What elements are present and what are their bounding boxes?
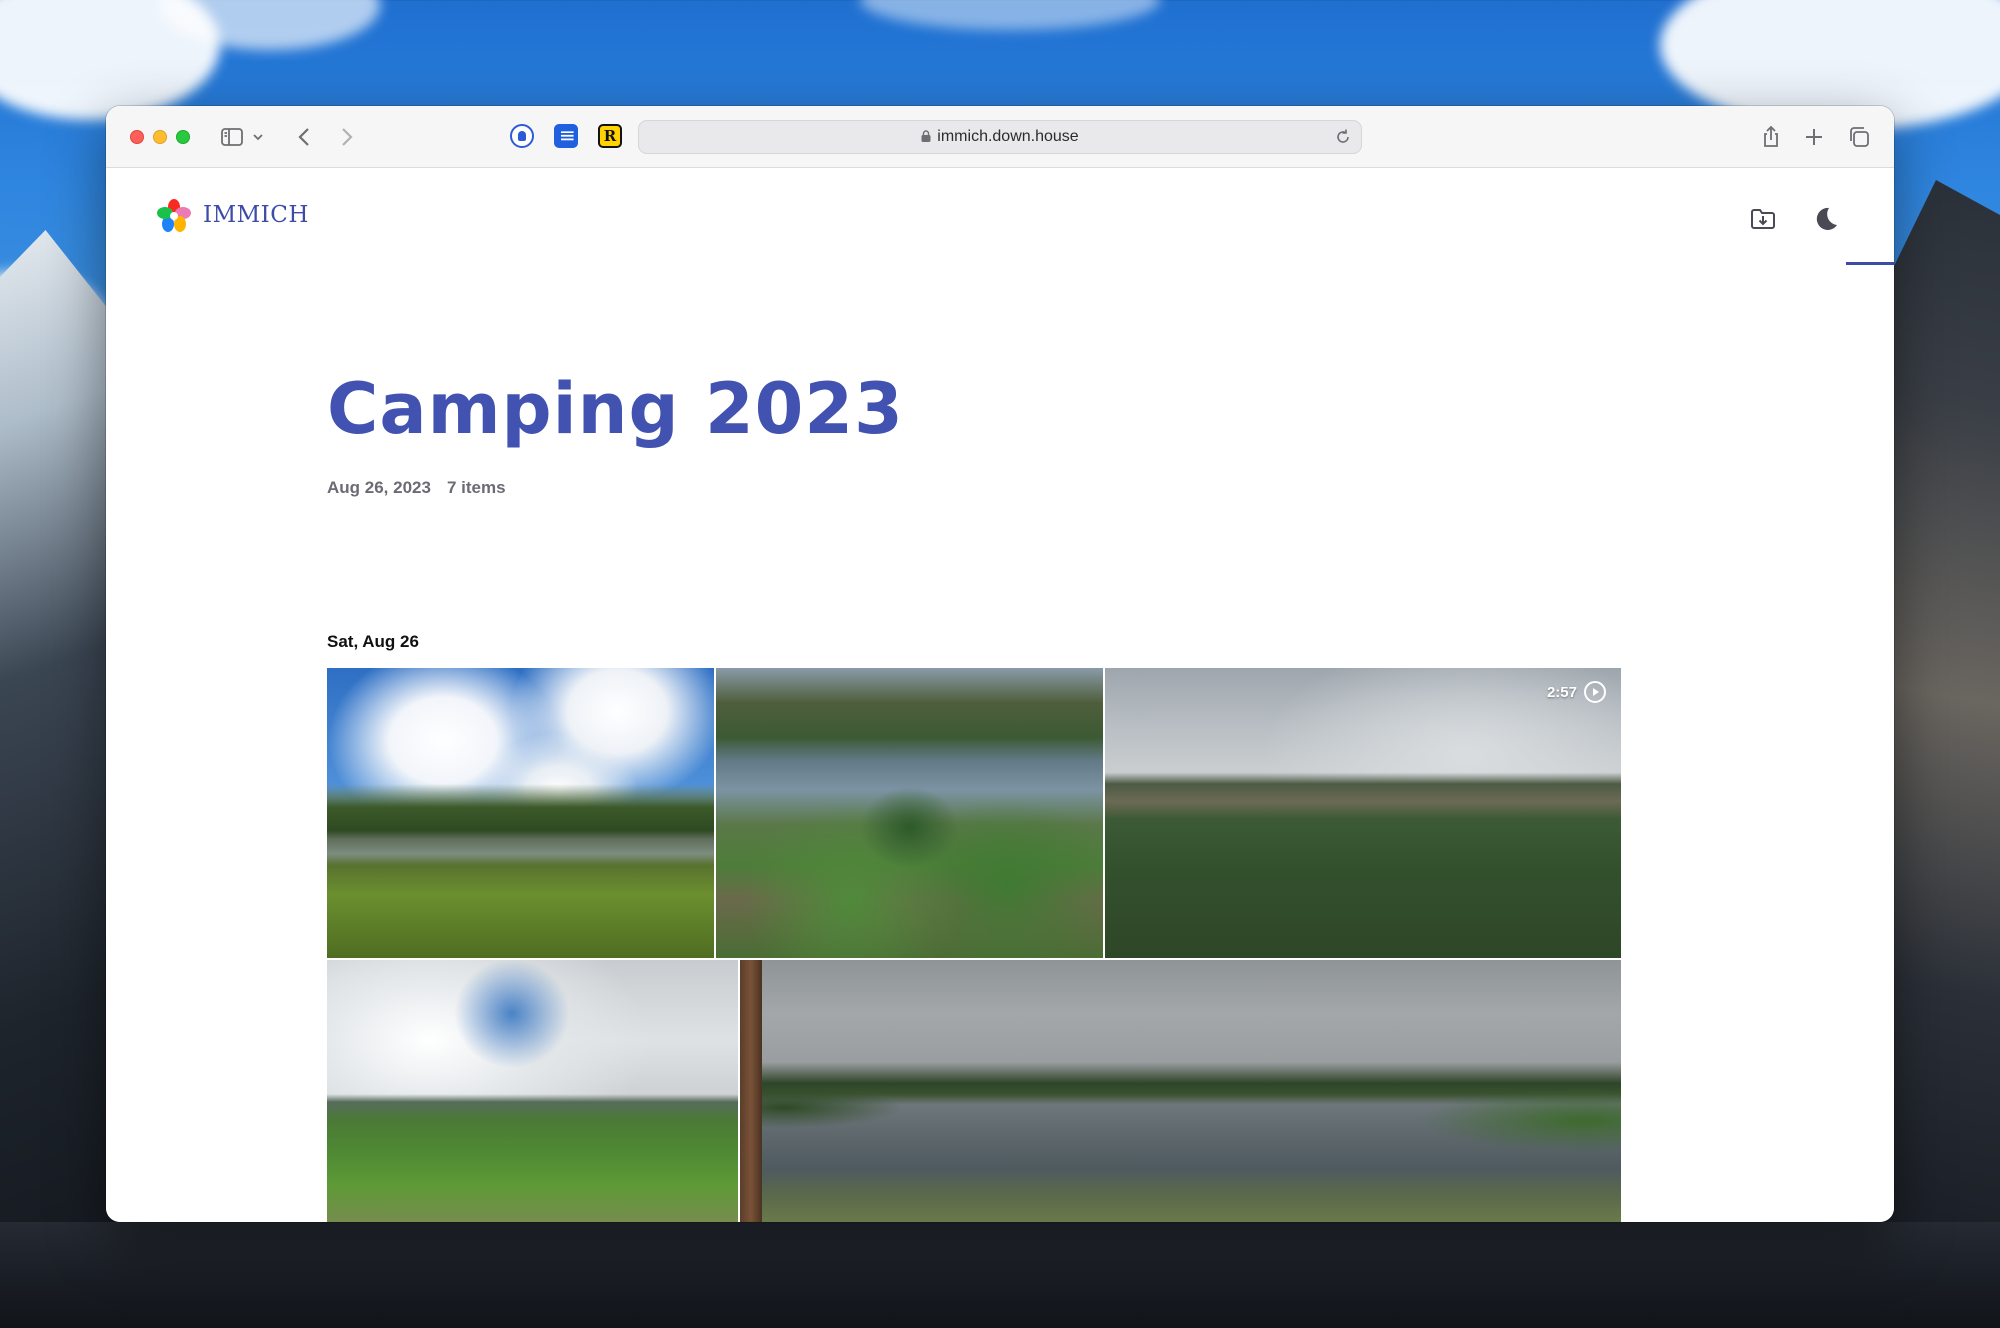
share-icon[interactable] [1758, 124, 1784, 150]
chevron-down-icon[interactable] [250, 124, 266, 150]
reload-icon[interactable] [1333, 127, 1353, 147]
download-folder-icon[interactable] [1748, 204, 1778, 234]
immich-logo-icon[interactable] [156, 198, 192, 234]
wallpaper-cloud [860, 0, 1160, 30]
minimize-window-button[interactable] [153, 130, 167, 144]
loading-indicator [1846, 262, 1894, 265]
video-duration: 2:57 [1546, 683, 1577, 701]
play-circle-icon [1583, 680, 1607, 704]
album-page: IMMICH Camping 2023 Aug 26, 2023 7 items … [106, 168, 1894, 1222]
photo-thumbnail[interactable] [716, 668, 1103, 958]
new-tab-icon[interactable] [1801, 124, 1827, 150]
brand-name[interactable]: IMMICH [203, 202, 309, 228]
photo-thumbnail[interactable] [327, 960, 738, 1222]
tabs-overview-icon[interactable] [1846, 124, 1872, 150]
album-date: Aug 26, 2023 [327, 478, 431, 497]
lock-icon [921, 130, 931, 142]
tasks-extension-icon[interactable] [554, 123, 578, 148]
url-text: immich.down.house [937, 128, 1079, 145]
browser-toolbar: R immich.down.house [106, 106, 1894, 168]
password-extension-icon[interactable] [510, 124, 534, 148]
album-title: Camping 2023 [327, 368, 904, 450]
date-group-heading: Sat, Aug 26 [327, 632, 419, 651]
tree-trunk-detail [740, 960, 762, 1222]
reader-extension-icon[interactable]: R [598, 124, 622, 148]
video-duration-badge: 2:57 [1547, 680, 1607, 704]
photo-thumbnail[interactable] [740, 960, 1621, 1222]
browser-window: R immich.down.house IMMICH [106, 106, 1894, 1222]
sidebar-icon[interactable] [219, 124, 245, 150]
photo-thumbnail[interactable] [327, 668, 714, 958]
moon-icon[interactable] [1810, 204, 1840, 234]
close-window-button[interactable] [130, 130, 144, 144]
maximize-window-button[interactable] [176, 130, 190, 144]
album-meta: Aug 26, 2023 7 items [327, 478, 506, 498]
album-item-count: 7 items [446, 478, 506, 497]
wallpaper-mountain [1880, 180, 2000, 1328]
address-bar[interactable]: immich.down.house [638, 120, 1362, 154]
forward-icon[interactable] [333, 124, 359, 150]
wallpaper-foreground [0, 1222, 2000, 1328]
back-icon[interactable] [292, 124, 318, 150]
video-thumbnail[interactable]: 2:57 [1105, 668, 1621, 958]
